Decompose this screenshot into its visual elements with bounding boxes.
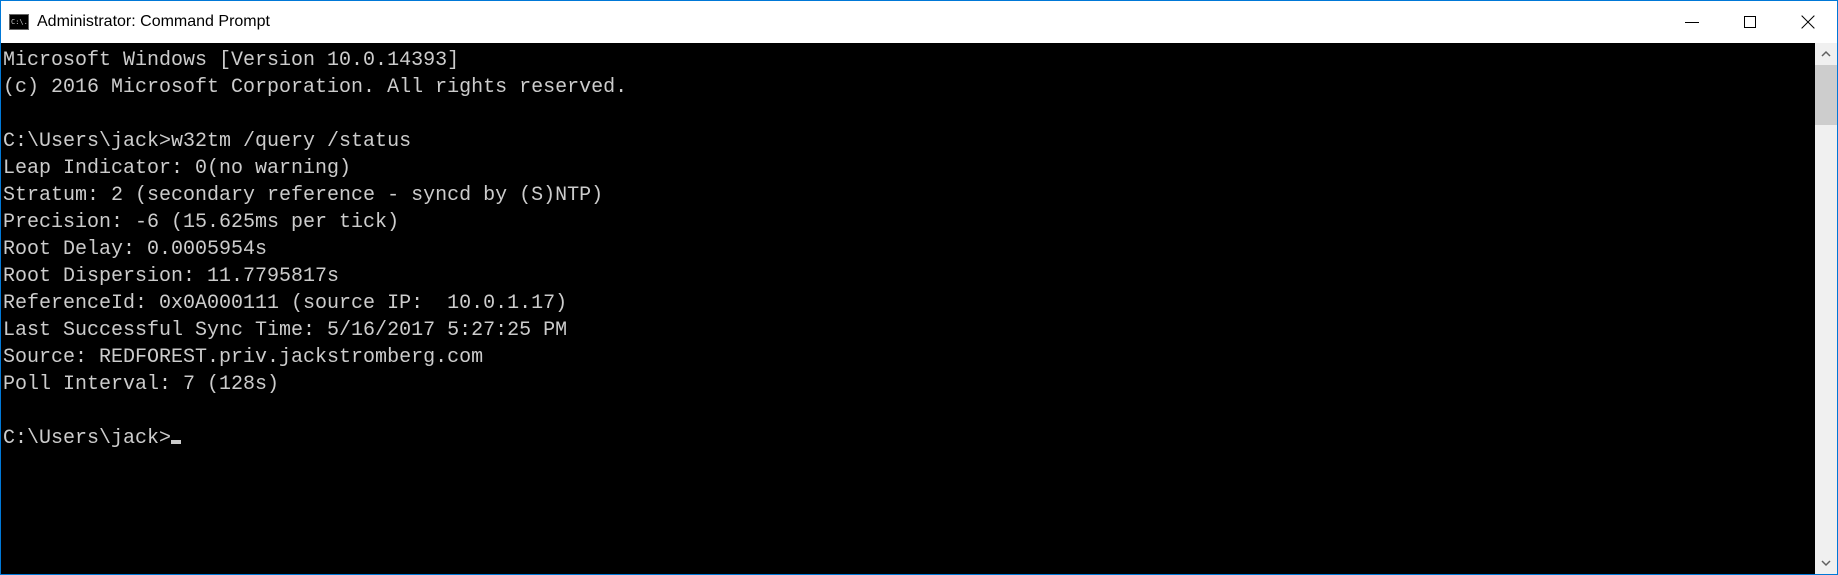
chevron-up-icon <box>1821 49 1831 59</box>
line-8: Root Dispersion: 11.7795817s <box>3 265 339 288</box>
line-4: Leap Indicator: 0(no warning) <box>3 157 351 180</box>
minimize-button[interactable] <box>1663 1 1721 43</box>
command-prompt-window: Administrator: Command Prompt Microsoft … <box>1 1 1837 574</box>
window-controls <box>1663 1 1837 43</box>
line-3: C:\Users\jack>w32tm /query /status <box>3 130 411 153</box>
chevron-down-icon <box>1821 558 1831 568</box>
maximize-button[interactable] <box>1721 1 1779 43</box>
line-9: ReferenceId: 0x0A000111 (source IP: 10.0… <box>3 292 567 315</box>
line-5: Stratum: 2 (secondary reference - syncd … <box>3 184 603 207</box>
line-14: C:\Users\jack> <box>3 427 171 450</box>
terminal-output[interactable]: Microsoft Windows [Version 10.0.14393] (… <box>1 43 1815 574</box>
line-11: Source: REDFOREST.priv.jackstromberg.com <box>3 346 483 369</box>
close-icon <box>1800 14 1816 30</box>
close-button[interactable] <box>1779 1 1837 43</box>
line-1: (c) 2016 Microsoft Corporation. All righ… <box>3 76 627 99</box>
line-12: Poll Interval: 7 (128s) <box>3 373 279 396</box>
window-title: Administrator: Command Prompt <box>37 13 270 31</box>
scroll-up-button[interactable] <box>1815 43 1837 65</box>
line-0: Microsoft Windows [Version 10.0.14393] <box>3 49 459 72</box>
cmd-icon <box>9 14 29 30</box>
scrollbar-thumb[interactable] <box>1815 65 1837 125</box>
line-7: Root Delay: 0.0005954s <box>3 238 267 261</box>
scroll-down-button[interactable] <box>1815 552 1837 574</box>
scrollbar-track[interactable] <box>1815 65 1837 552</box>
line-6: Precision: -6 (15.625ms per tick) <box>3 211 399 234</box>
titlebar[interactable]: Administrator: Command Prompt <box>1 1 1837 43</box>
maximize-icon <box>1744 16 1756 28</box>
minimize-icon <box>1685 22 1699 23</box>
vertical-scrollbar[interactable] <box>1815 43 1837 574</box>
cursor <box>171 440 181 444</box>
line-10: Last Successful Sync Time: 5/16/2017 5:2… <box>3 319 567 342</box>
client-area: Microsoft Windows [Version 10.0.14393] (… <box>1 43 1837 574</box>
